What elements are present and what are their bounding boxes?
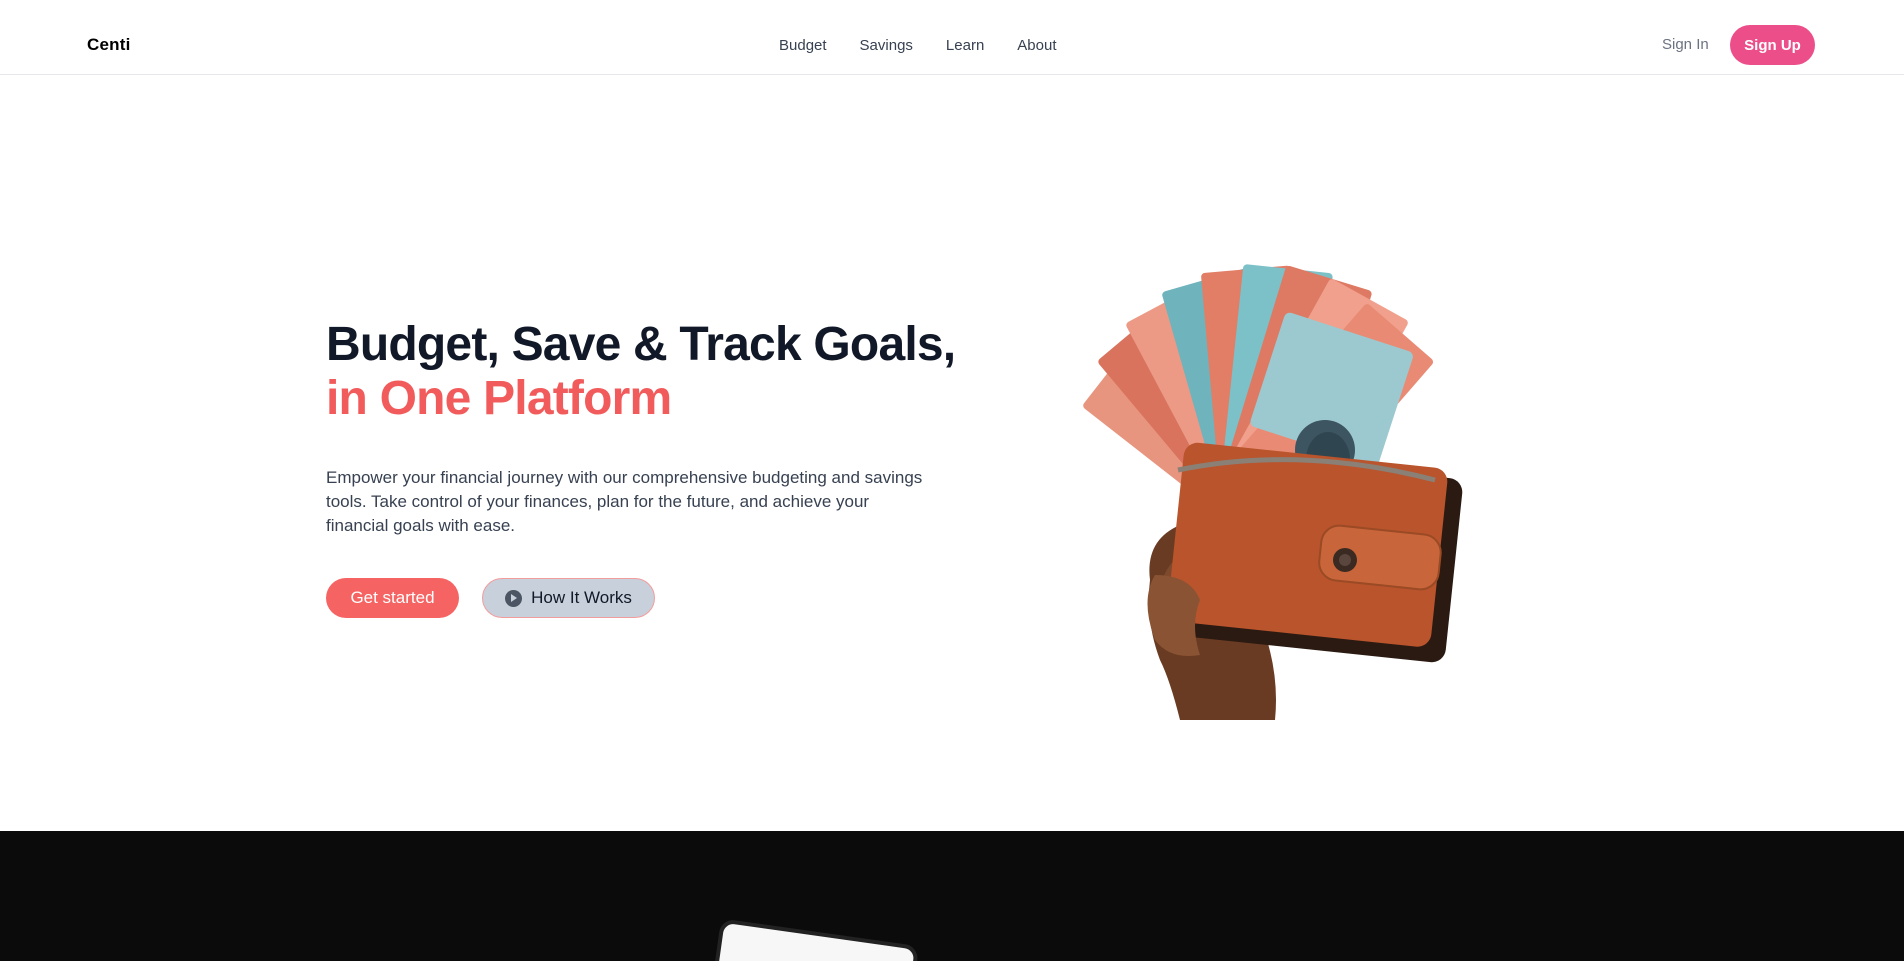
how-it-works-button[interactable]: How It Works	[482, 578, 655, 618]
play-circle-icon	[505, 589, 523, 607]
hero-title-accent: in One Platform	[326, 372, 672, 425]
sign-up-button[interactable]: Sign Up	[1730, 25, 1815, 65]
nav-learn[interactable]: Learn	[946, 37, 984, 54]
dark-showcase-section	[0, 831, 1904, 961]
nav-about[interactable]: About	[1017, 37, 1056, 54]
nav-budget[interactable]: Budget	[779, 37, 827, 54]
get-started-button[interactable]: Get started	[326, 578, 459, 618]
site-header: Centi Budget Savings Learn About Sign In…	[0, 0, 1904, 75]
wallet-money-illustration	[1050, 240, 1490, 720]
how-it-works-label: How It Works	[531, 588, 632, 607]
hero-title-line1: Budget, Save & Track Goals,	[326, 318, 956, 371]
hero-description: Empower your financial journey with our …	[326, 468, 923, 535]
hero-title: Budget, Save & Track Goals, in One Platf…	[326, 318, 956, 426]
sign-in-link[interactable]: Sign In	[1662, 36, 1709, 53]
main-nav: Budget Savings Learn About	[779, 37, 1057, 54]
device-mockup	[712, 918, 920, 961]
brand-logo[interactable]: Centi	[87, 35, 131, 55]
nav-savings[interactable]: Savings	[860, 37, 913, 54]
